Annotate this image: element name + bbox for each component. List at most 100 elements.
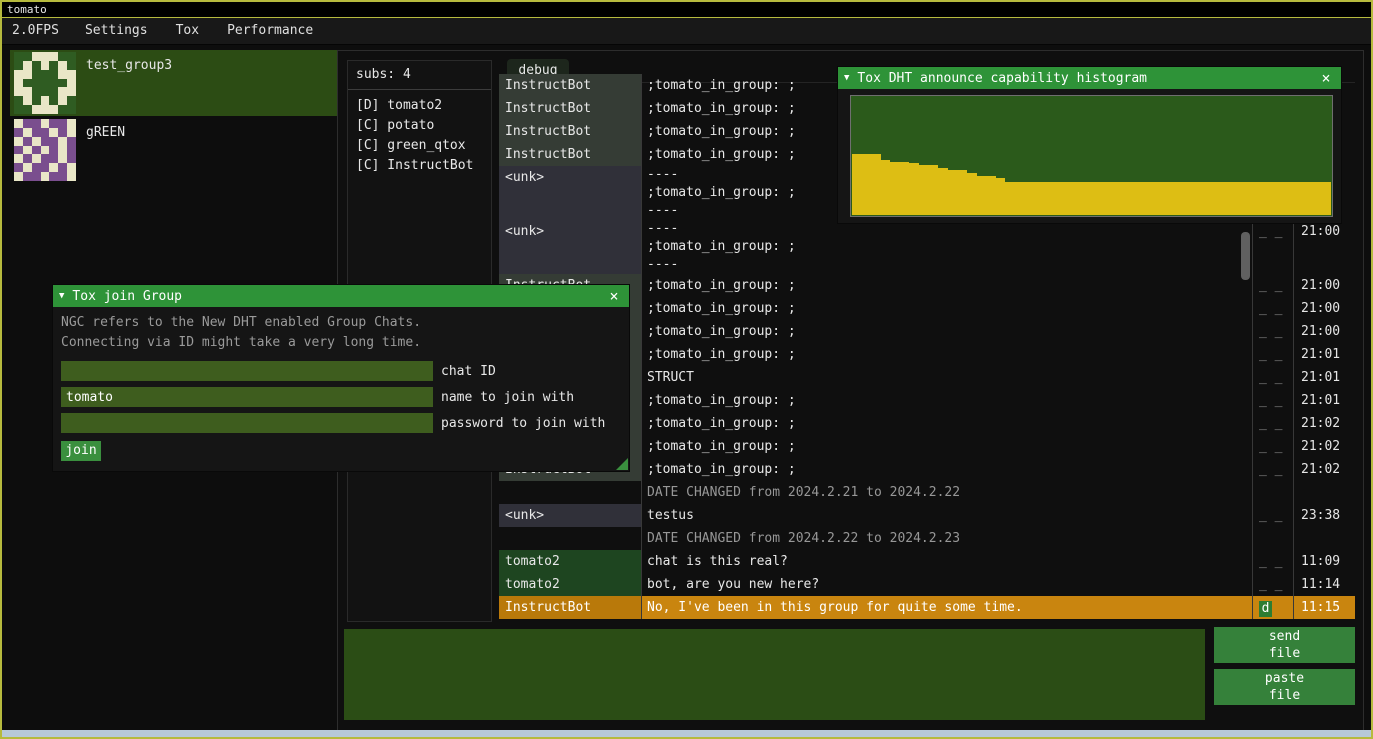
message-flags: _ _ bbox=[1253, 412, 1294, 435]
message-text: ;tomato_in_group: ; bbox=[642, 297, 1253, 320]
histogram-bars bbox=[852, 97, 1331, 215]
message-text: ---- ;tomato_in_group: ; ---- bbox=[642, 220, 1253, 274]
histogram-bar bbox=[852, 154, 862, 215]
histogram-bar bbox=[948, 170, 958, 215]
member-potato[interactable]: [C] potato bbox=[348, 116, 491, 136]
join-password-input[interactable] bbox=[61, 413, 433, 433]
sender-name: InstructBot bbox=[499, 74, 642, 97]
dht-histogram-titlebar[interactable]: ▼ Tox DHT announce capability histogram … bbox=[838, 67, 1341, 89]
histogram-bar bbox=[1273, 182, 1283, 215]
join-name-input[interactable] bbox=[61, 387, 433, 407]
sidebar-group-gREEN[interactable]: gREEN bbox=[10, 117, 337, 183]
histogram-bar bbox=[929, 165, 939, 215]
collapse-arrow-icon[interactable]: ▼ bbox=[59, 291, 64, 301]
join-group-title: Tox join Group bbox=[72, 289, 605, 304]
histogram-bar bbox=[1053, 182, 1063, 215]
histogram-bar bbox=[890, 162, 900, 215]
os-titlebar[interactable]: tomato bbox=[2, 2, 1371, 18]
chat-id-input[interactable] bbox=[61, 361, 433, 381]
chat-message-row[interactable]: tomato2bot, are you new here?_ _11:14 bbox=[499, 573, 1355, 596]
message-text: bot, are you new here? bbox=[642, 573, 1253, 596]
histogram-bar bbox=[1235, 182, 1245, 215]
sidebar-group-test_group3[interactable]: test_group3 bbox=[10, 50, 337, 116]
message-text: ;tomato_in_group: ; bbox=[642, 343, 1253, 366]
close-icon[interactable]: × bbox=[605, 287, 623, 305]
histogram-bar bbox=[1034, 182, 1044, 215]
message-flags: _ _ bbox=[1253, 297, 1294, 320]
resize-grip[interactable] bbox=[616, 458, 628, 470]
message-time: 21:02 bbox=[1294, 458, 1349, 481]
join-group-titlebar[interactable]: ▼ Tox join Group × bbox=[53, 285, 629, 307]
join-info-line: Connecting via ID might take a very long… bbox=[61, 333, 621, 353]
join-name-row: name to join with bbox=[61, 387, 621, 407]
message-time: 11:15 bbox=[1294, 596, 1349, 619]
message-text: ;tomato_in_group: ; bbox=[642, 458, 1253, 481]
message-text: ;tomato_in_group: ; bbox=[642, 274, 1253, 297]
join-name-label: name to join with bbox=[441, 390, 574, 405]
message-time: 21:00 bbox=[1294, 297, 1349, 320]
member-tomato2[interactable]: [D] tomato2 bbox=[348, 96, 491, 116]
message-time: 21:01 bbox=[1294, 389, 1349, 412]
menu-performance[interactable]: Performance bbox=[213, 18, 327, 44]
message-text: chat is this real? bbox=[642, 550, 1253, 573]
histogram-bar bbox=[1101, 182, 1111, 215]
histogram-bar bbox=[1063, 182, 1073, 215]
histogram-bar bbox=[1178, 182, 1188, 215]
histogram-plot[interactable] bbox=[850, 95, 1333, 217]
sender-name: <unk> bbox=[499, 504, 642, 527]
histogram-bar bbox=[1226, 182, 1236, 215]
message-text: ;tomato_in_group: ; bbox=[642, 320, 1253, 343]
histogram-bar bbox=[1015, 182, 1025, 215]
app-window: tomato 2.0FPSSettingsToxPerformance test… bbox=[0, 0, 1373, 739]
message-input[interactable] bbox=[344, 629, 1205, 720]
histogram-bar bbox=[957, 170, 967, 215]
join-button[interactable]: join bbox=[61, 441, 101, 461]
histogram-bar bbox=[1044, 182, 1054, 215]
chat-scrollbar-thumb[interactable] bbox=[1241, 232, 1250, 280]
chat-message-row[interactable]: <unk>---- ;tomato_in_group: ; ----_ _21:… bbox=[499, 220, 1355, 274]
sender-name: tomato2 bbox=[499, 550, 642, 573]
collapse-arrow-icon[interactable]: ▼ bbox=[844, 73, 849, 83]
histogram-bar bbox=[996, 178, 1006, 215]
fps-counter: 2.0FPS bbox=[2, 18, 71, 44]
member-green_qtox[interactable]: [C] green_qtox bbox=[348, 136, 491, 156]
chat-message-row[interactable]: <unk>testus_ _23:38 bbox=[499, 504, 1355, 527]
message-flags: _ _ bbox=[1253, 274, 1294, 297]
histogram-bar bbox=[1082, 182, 1092, 215]
message-flags: _ _ bbox=[1253, 320, 1294, 343]
histogram-bar bbox=[1024, 182, 1034, 215]
chat-message-row[interactable]: tomato2chat is this real?_ _11:09 bbox=[499, 550, 1355, 573]
member-InstructBot[interactable]: [C] InstructBot bbox=[348, 156, 491, 176]
menu-settings[interactable]: Settings bbox=[71, 18, 162, 44]
histogram-bar bbox=[967, 173, 977, 215]
close-icon[interactable]: × bbox=[1317, 69, 1335, 87]
chat-id-label: chat ID bbox=[441, 364, 496, 379]
histogram-bar bbox=[1254, 182, 1264, 215]
message-flags: _ _ bbox=[1253, 573, 1294, 596]
histogram-bar bbox=[1264, 182, 1274, 215]
join-group-window: ▼ Tox join Group × NGC refers to the New… bbox=[52, 284, 630, 472]
histogram-bar bbox=[1149, 182, 1159, 215]
bottom-window-edge bbox=[2, 730, 1371, 737]
chat-message-row[interactable]: InstructBotNo, I've been in this group f… bbox=[499, 596, 1355, 619]
date-changed-text: DATE CHANGED from 2024.2.21 to 2024.2.22 bbox=[642, 481, 1253, 504]
paste-file-button[interactable]: paste file bbox=[1214, 669, 1355, 705]
histogram-bar bbox=[986, 176, 996, 215]
send-file-button[interactable]: send file bbox=[1214, 627, 1355, 663]
group-sidebar: test_group3gREEN bbox=[2, 50, 337, 184]
histogram-bar bbox=[938, 168, 948, 215]
date-separator-row[interactable]: DATE CHANGED from 2024.2.22 to 2024.2.23 bbox=[499, 527, 1355, 550]
date-separator-row[interactable]: DATE CHANGED from 2024.2.21 to 2024.2.22 bbox=[499, 481, 1355, 504]
histogram-bar bbox=[1159, 182, 1169, 215]
message-text: testus bbox=[642, 504, 1253, 527]
menu-tox[interactable]: Tox bbox=[162, 18, 213, 44]
histogram-bar bbox=[900, 162, 910, 215]
delivered-badge: d bbox=[1259, 601, 1272, 617]
sender-name: InstructBot bbox=[499, 120, 642, 143]
histogram-bar bbox=[1120, 182, 1130, 215]
histogram-bar bbox=[977, 176, 987, 215]
histogram-bar bbox=[1302, 182, 1312, 215]
histogram-bar bbox=[1168, 182, 1178, 215]
message-text: STRUCT bbox=[642, 366, 1253, 389]
sender-name: tomato2 bbox=[499, 573, 642, 596]
